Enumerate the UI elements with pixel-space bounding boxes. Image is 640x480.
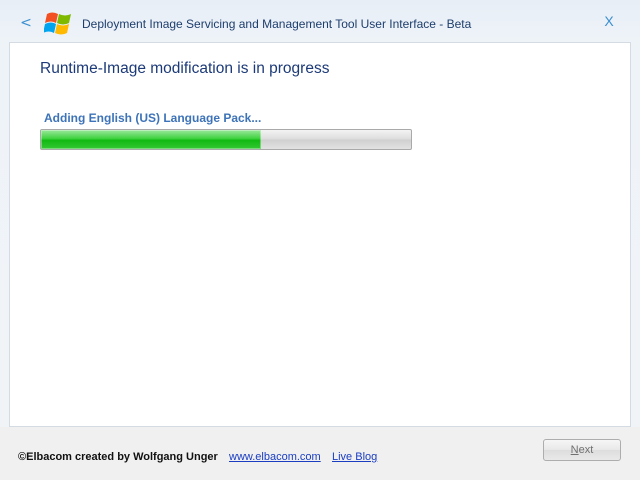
progress-bar-fill [41, 130, 262, 149]
progress-bar [40, 129, 412, 150]
page-heading: Runtime-Image modification is in progres… [40, 60, 330, 77]
windows-flag-icon [43, 9, 76, 39]
back-button[interactable]: < [19, 13, 33, 33]
close-button[interactable]: X [600, 11, 618, 31]
next-button[interactable]: Next [543, 439, 621, 461]
credit-text: ©Elbacom created by Wolfgang Unger [18, 451, 218, 463]
next-label-rest: ext [578, 444, 594, 456]
website-link[interactable]: www.elbacom.com [229, 451, 321, 463]
title-bar: < Deployment Image Servicing and Managem… [0, 0, 640, 44]
progress-status-label: Adding English (US) Language Pack... [44, 111, 262, 125]
window-title: Deployment Image Servicing and Managemen… [82, 17, 472, 31]
back-arrow-icon: < [20, 15, 32, 31]
content-panel: Runtime-Image modification is in progres… [9, 42, 631, 427]
close-icon: X [604, 13, 614, 29]
footer-bar: ©Elbacom created by Wolfgang Unger www.e… [0, 427, 640, 480]
live-blog-link[interactable]: Live Blog [332, 451, 377, 463]
next-mnemonic: N [570, 444, 579, 456]
dism-window: < Deployment Image Servicing and Managem… [0, 0, 640, 480]
